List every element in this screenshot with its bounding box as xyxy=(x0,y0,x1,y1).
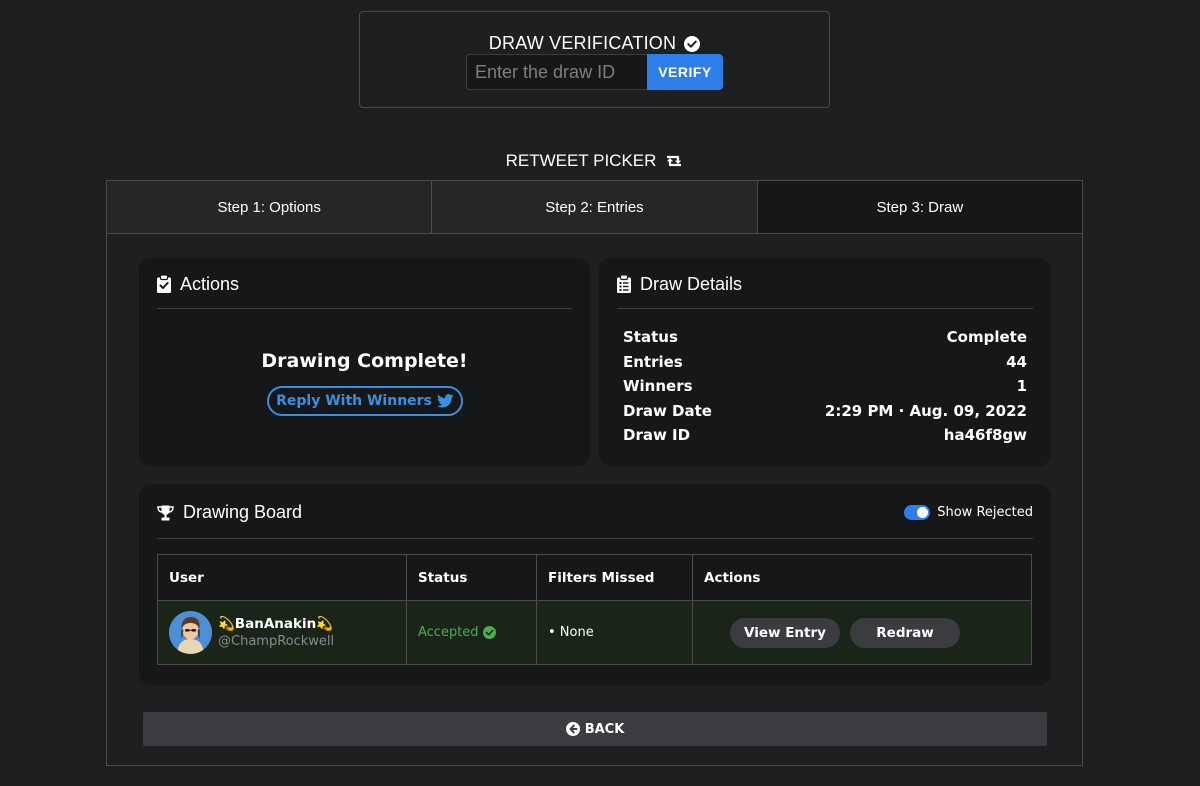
avatar[interactable] xyxy=(169,611,212,654)
column-header-actions: Actions xyxy=(692,554,1032,601)
step-tabs: Step 1: Options Step 2: Entries Step 3: … xyxy=(107,181,1082,234)
detail-row-status: Status Complete xyxy=(623,325,1027,350)
drawing-complete-message: Drawing Complete! xyxy=(261,350,468,372)
detail-row-draw-date: Draw Date 2:29 PM · Aug. 09, 2022 xyxy=(623,399,1027,424)
clipboard-check-icon xyxy=(157,274,171,293)
table-header-row: User Status Filters Missed Actions xyxy=(157,554,1032,601)
redraw-button[interactable]: Redraw xyxy=(850,617,960,648)
column-header-filters-missed: Filters Missed xyxy=(536,554,693,601)
view-entry-button[interactable]: View Entry xyxy=(730,617,840,648)
detail-value: 1 xyxy=(1016,377,1027,396)
back-label: BACK xyxy=(584,721,625,737)
draw-details-table: Status Complete Entries 44 Winners 1 Dra… xyxy=(623,325,1027,448)
detail-label: Status xyxy=(623,328,678,347)
draw-verification-panel: DRAW VERIFICATION VERIFY xyxy=(359,11,830,108)
clipboard-list-icon xyxy=(617,274,631,293)
actions-card: Actions Drawing Complete! Reply With Win… xyxy=(139,258,590,466)
retweet-icon xyxy=(664,153,684,169)
column-header-user: User xyxy=(157,554,407,601)
draw-details-card: Draw Details Status Complete Entries 44 … xyxy=(599,258,1051,466)
filters-missed-cell: • None xyxy=(536,600,693,665)
actions-card-title: Actions xyxy=(180,274,240,294)
user-info: 💫BanAnakin💫 @ChampRockwell xyxy=(218,616,334,649)
detail-row-entries: Entries 44 xyxy=(623,350,1027,375)
draw-details-title: Draw Details xyxy=(640,274,743,294)
arrow-left-circle-icon xyxy=(565,722,580,736)
tab-step-3-draw[interactable]: Step 3: Draw xyxy=(757,181,1082,233)
actions-cell: View Entry Redraw xyxy=(692,600,1032,665)
show-rejected-toggle[interactable] xyxy=(904,505,931,520)
detail-value: ha46f8gw xyxy=(943,426,1027,445)
draw-verification-title: DRAW VERIFICATION xyxy=(488,33,677,53)
tab-step-1-options[interactable]: Step 1: Options xyxy=(107,181,433,233)
status-cell: Accepted xyxy=(406,600,537,665)
drawing-board-header: Drawing Board Show Rejected xyxy=(157,498,1033,539)
status-text: Accepted xyxy=(418,625,479,640)
check-circle-icon xyxy=(482,626,496,639)
verify-button[interactable]: VERIFY xyxy=(647,54,723,90)
detail-label: Draw ID xyxy=(623,426,691,445)
detail-label: Entries xyxy=(623,352,683,371)
picker-panel: Step 1: Options Step 2: Entries Step 3: … xyxy=(106,180,1083,766)
twitter-icon xyxy=(436,394,454,408)
detail-label: Winners xyxy=(623,377,693,396)
retweet-picker-title: RETWEET PICKER xyxy=(505,151,657,170)
draw-verification-heading: DRAW VERIFICATION xyxy=(360,33,829,54)
back-button[interactable]: BACK xyxy=(143,712,1047,746)
reply-with-winners-label: Reply With Winners xyxy=(276,393,432,409)
table-row: 💫BanAnakin💫 @ChampRockwell Accepted • No… xyxy=(157,600,1032,665)
check-circle-icon xyxy=(684,35,701,52)
show-rejected-control: Show Rejected xyxy=(904,505,1033,520)
detail-row-winners: Winners 1 xyxy=(623,374,1027,399)
detail-value: 2:29 PM · Aug. 09, 2022 xyxy=(824,401,1027,420)
user-display-name: 💫BanAnakin💫 xyxy=(218,616,334,632)
user-cell: 💫BanAnakin💫 @ChampRockwell xyxy=(157,600,407,665)
show-rejected-label: Show Rejected xyxy=(937,505,1033,520)
drawing-board-heading: Drawing Board xyxy=(157,502,302,523)
detail-label: Draw Date xyxy=(623,401,712,420)
detail-row-draw-id: Draw ID ha46f8gw xyxy=(623,423,1027,448)
drawing-board-table: User Status Filters Missed Actions 💫BanA… xyxy=(157,554,1032,665)
draw-details-header: Draw Details xyxy=(617,272,1033,309)
detail-value: 44 xyxy=(1006,352,1027,371)
user-handle[interactable]: @ChampRockwell xyxy=(218,634,334,649)
verify-form: VERIFY xyxy=(466,54,723,90)
detail-value: Complete xyxy=(946,328,1027,347)
drawing-board-card: Drawing Board Show Rejected User Status … xyxy=(139,484,1051,685)
column-header-status: Status xyxy=(406,554,537,601)
status-badge: Accepted xyxy=(418,625,536,640)
drawing-board-title: Drawing Board xyxy=(183,502,303,522)
retweet-picker-heading: RETWEET PICKER xyxy=(0,151,1190,171)
tab-step-2-entries[interactable]: Step 2: Entries xyxy=(432,181,758,233)
trophy-icon xyxy=(157,505,174,521)
draw-id-input[interactable] xyxy=(466,54,647,90)
actions-card-header: Actions xyxy=(157,272,572,309)
reply-with-winners-button[interactable]: Reply With Winners xyxy=(267,386,463,416)
